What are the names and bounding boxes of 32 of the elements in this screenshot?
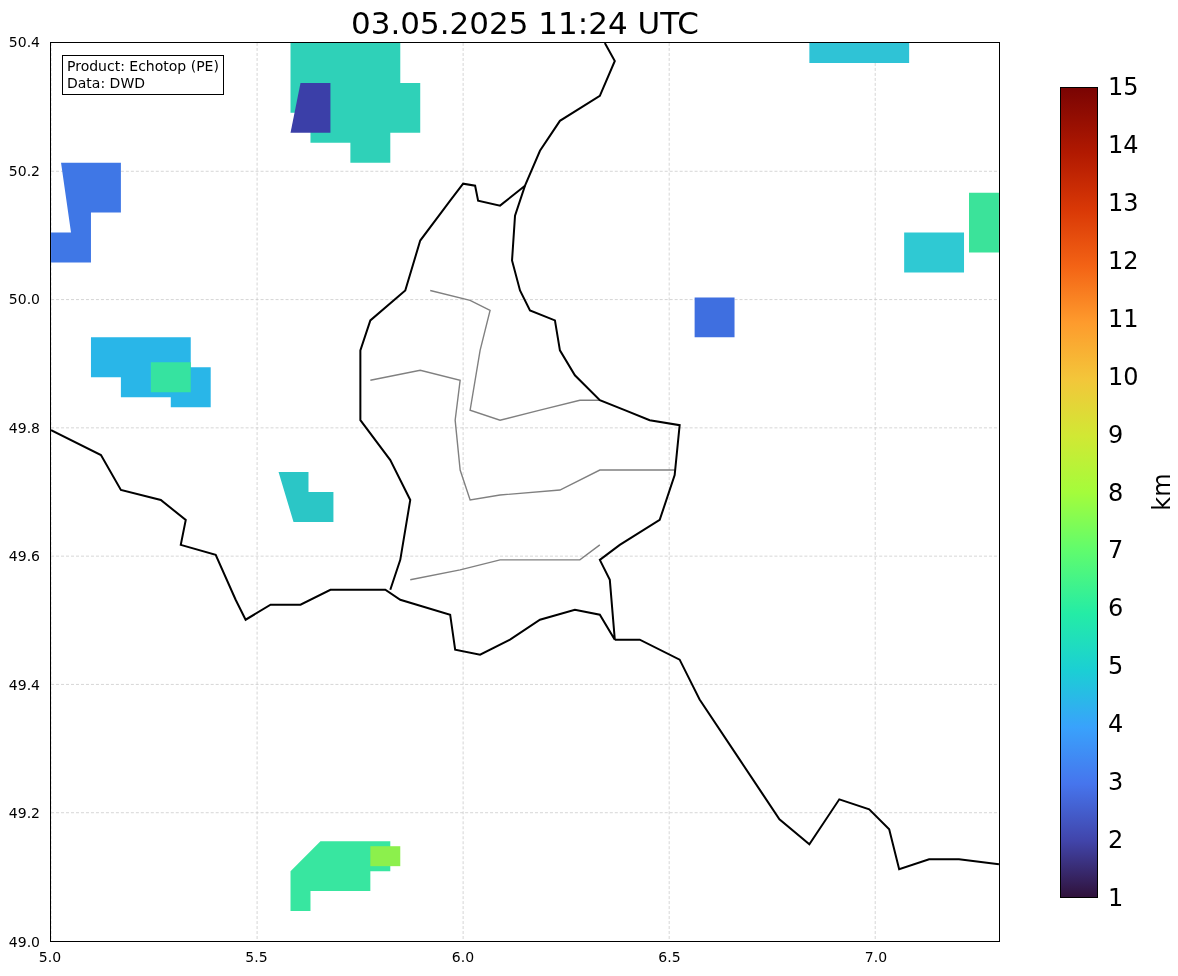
y-tick-label: 49.6 <box>8 547 40 565</box>
colorbar-tick-label: 5 <box>1108 652 1124 681</box>
legend-text: Data: DWD <box>67 75 146 92</box>
y-tick-label: 50.4 <box>8 33 40 51</box>
colorbar-tick-label: 8 <box>1108 478 1124 507</box>
x-tick-label: 6.5 <box>658 949 681 966</box>
colorbar-tick-label: 10 <box>1108 362 1139 391</box>
colorbar-label: km <box>1147 473 1176 511</box>
colorbar-tick-label: 15 <box>1108 73 1139 101</box>
y-tick-label: 49.4 <box>8 676 40 694</box>
x-tick-label: 7.0 <box>864 949 888 966</box>
colorbar-tick-label: 11 <box>1108 304 1139 333</box>
x-tick-label: 6.0 <box>451 949 475 966</box>
y-tick-label: 49.0 <box>8 933 40 951</box>
y-tick-label: 50.2 <box>8 162 40 180</box>
colorbar-tick-label: 2 <box>1108 826 1124 855</box>
colorbar-tick-label: 12 <box>1108 246 1139 275</box>
y-tick-label: 49.8 <box>8 419 40 437</box>
y-tick-label: 50.0 <box>8 290 40 308</box>
legend-text: Product: Echotop (PE) <box>67 58 219 75</box>
colorbar-tick-label: 7 <box>1108 536 1124 565</box>
x-tick-label: 5.5 <box>245 949 268 966</box>
colorbar-tick-label: 13 <box>1108 188 1139 217</box>
colorbar-tick-label: 14 <box>1108 130 1139 159</box>
y-tick-label: 49.2 <box>8 804 40 822</box>
x-tick-label: 5.0 <box>38 949 62 966</box>
colorbar-tick-label: 9 <box>1108 420 1124 449</box>
chart-title: 03.05.2025 11:24 UTC <box>350 4 700 42</box>
colorbar-tick-label: 4 <box>1108 710 1124 739</box>
colorbar-tick-label: 3 <box>1108 768 1124 797</box>
colorbar-tick-label: 6 <box>1108 594 1124 623</box>
colorbar-tick-label: 1 <box>1108 884 1124 912</box>
